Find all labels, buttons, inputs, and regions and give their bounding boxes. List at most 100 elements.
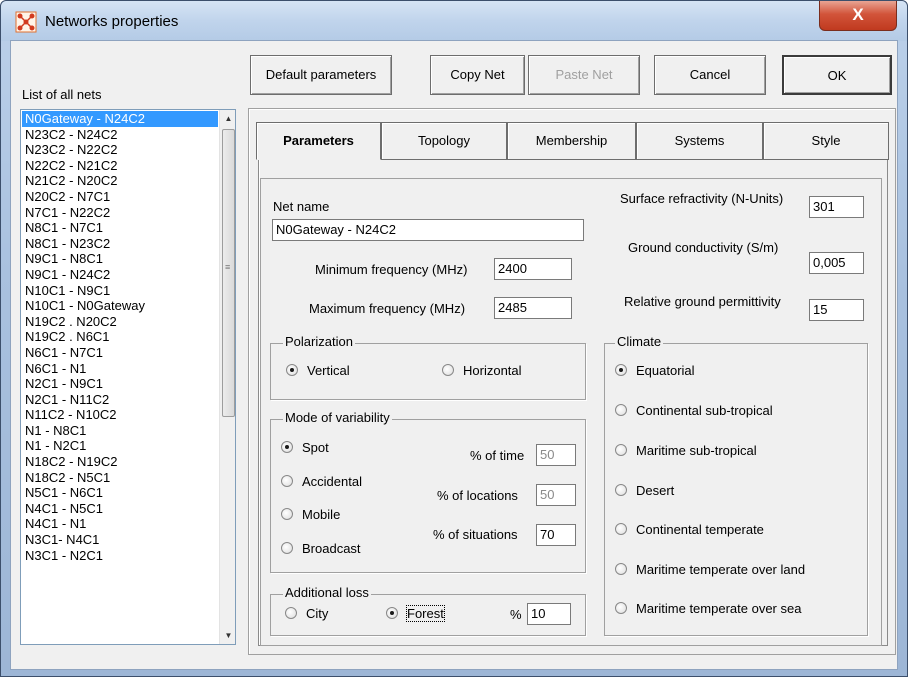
- grip-icon: ≡: [225, 262, 231, 272]
- list-item[interactable]: N8C1 - N7C1: [22, 220, 218, 236]
- list-item[interactable]: N6C1 - N1: [22, 361, 218, 377]
- min-frequency-field[interactable]: 2400: [494, 258, 572, 280]
- scroll-down-arrow-icon[interactable]: ▼: [220, 627, 235, 644]
- scroll-thumb[interactable]: ≡: [222, 129, 235, 417]
- surface-refractivity-label: Surface refractivity (N-Units): [620, 191, 784, 206]
- ground-permittivity-field[interactable]: 15: [809, 299, 864, 321]
- list-item[interactable]: N4C1 - N5C1: [22, 501, 218, 517]
- tab-topology[interactable]: Topology: [381, 122, 507, 160]
- radio-spot[interactable]: Spot: [281, 440, 329, 455]
- ground-conductivity-field[interactable]: 0,005: [809, 252, 864, 274]
- vertical-label: Vertical: [307, 363, 350, 378]
- list-item[interactable]: N18C2 - N19C2: [22, 454, 218, 470]
- list-item[interactable]: N3C1 - N2C1: [22, 548, 218, 564]
- maritime-temperate-sea-label: Maritime temperate over sea: [636, 601, 802, 616]
- net-list-scrollbar[interactable]: ▲ ≡ ▼: [219, 110, 235, 644]
- situations-percent-field[interactable]: 70: [536, 524, 576, 546]
- list-item[interactable]: N23C2 - N24C2: [22, 127, 218, 143]
- list-item[interactable]: N2C1 - N11C2: [22, 392, 218, 408]
- list-item[interactable]: N5C1 - N6C1: [22, 485, 218, 501]
- list-item[interactable]: N22C2 - N21C2: [22, 158, 218, 174]
- network-app-icon: [15, 11, 37, 33]
- list-item[interactable]: N11C2 - N10C2: [22, 407, 218, 423]
- radio-maritime-temperate-land[interactable]: Maritime temperate over land: [615, 562, 805, 577]
- list-item[interactable]: N7C1 - N22C2: [22, 205, 218, 221]
- list-item[interactable]: N2C1 - N9C1: [22, 376, 218, 392]
- spot-label: Spot: [302, 440, 329, 455]
- list-item[interactable]: N1 - N8C1: [22, 423, 218, 439]
- radio-continental-temperate[interactable]: Continental temperate: [615, 522, 764, 537]
- time-percent-label: % of time: [470, 448, 525, 463]
- ground-permittivity-label: Relative ground permittivity: [624, 294, 781, 309]
- city-label: City: [306, 606, 329, 621]
- radio-maritime-temperate-sea[interactable]: Maritime temperate over sea: [615, 601, 801, 616]
- additional-loss-legend: Additional loss: [283, 585, 371, 600]
- loss-percent-label: %: [510, 607, 522, 622]
- net-name-label: Net name: [273, 199, 330, 214]
- tab-systems[interactable]: Systems: [636, 122, 763, 160]
- horizontal-label: Horizontal: [463, 363, 522, 378]
- net-list-label: List of all nets: [22, 87, 102, 102]
- list-item[interactable]: N18C2 - N5C1: [22, 470, 218, 486]
- scroll-up-arrow-icon[interactable]: ▲: [220, 110, 235, 127]
- radio-maritime-subtropical[interactable]: Maritime sub-tropical: [615, 443, 757, 458]
- list-item[interactable]: N19C2 . N6C1: [22, 329, 218, 345]
- forest-label: Forest: [406, 605, 445, 622]
- radio-unselected-icon: [281, 475, 293, 487]
- ok-button[interactable]: OK: [782, 55, 892, 95]
- radio-selected-icon: [615, 364, 627, 376]
- radio-desert[interactable]: Desert: [615, 483, 674, 498]
- accidental-label: Accidental: [302, 474, 362, 489]
- time-percent-field[interactable]: 50: [536, 444, 576, 466]
- radio-forest[interactable]: Forest: [386, 605, 445, 622]
- radio-unselected-icon: [615, 484, 627, 496]
- paste-net-button[interactable]: Paste Net: [528, 55, 640, 95]
- list-item[interactable]: N6C1 - N7C1: [22, 345, 218, 361]
- radio-vertical[interactable]: Vertical: [286, 363, 350, 378]
- radio-unselected-icon: [442, 364, 454, 376]
- tab-membership[interactable]: Membership: [507, 122, 636, 160]
- radio-unselected-icon: [615, 404, 627, 416]
- list-item[interactable]: N1 - N2C1: [22, 438, 218, 454]
- list-item[interactable]: N0Gateway - N24C2: [22, 111, 218, 127]
- locations-percent-field[interactable]: 50: [536, 484, 576, 506]
- list-item[interactable]: N9C1 - N24C2: [22, 267, 218, 283]
- radio-broadcast[interactable]: Broadcast: [281, 541, 361, 556]
- max-frequency-field[interactable]: 2485: [494, 297, 572, 319]
- title-bar[interactable]: Networks properties X: [1, 1, 907, 41]
- radio-unselected-icon: [281, 542, 293, 554]
- list-item[interactable]: N3C1- N4C1: [22, 532, 218, 548]
- radio-unselected-icon: [615, 444, 627, 456]
- surface-refractivity-field[interactable]: 301: [809, 196, 864, 218]
- radio-unselected-icon: [615, 563, 627, 575]
- default-parameters-button[interactable]: Default parameters: [250, 55, 392, 95]
- desert-label: Desert: [636, 483, 675, 498]
- list-item[interactable]: N4C1 - N1: [22, 516, 218, 532]
- radio-accidental[interactable]: Accidental: [281, 474, 362, 489]
- radio-equatorial[interactable]: Equatorial: [615, 363, 695, 378]
- list-item[interactable]: N23C2 - N22C2: [22, 142, 218, 158]
- list-item[interactable]: N21C2 - N20C2: [22, 173, 218, 189]
- radio-continental-subtropical[interactable]: Continental sub-tropical: [615, 403, 773, 418]
- tab-style[interactable]: Style: [763, 122, 889, 160]
- cancel-button[interactable]: Cancel: [654, 55, 766, 95]
- tab-parameters[interactable]: Parameters: [256, 122, 381, 160]
- equatorial-label: Equatorial: [636, 363, 695, 378]
- net-name-field[interactable]: N0Gateway - N24C2: [272, 219, 584, 241]
- list-item[interactable]: N9C1 - N8C1: [22, 251, 218, 267]
- loss-percent-field[interactable]: 10: [527, 603, 571, 625]
- radio-horizontal[interactable]: Horizontal: [442, 363, 522, 378]
- list-item[interactable]: N20C2 - N7C1: [22, 189, 218, 205]
- radio-mobile[interactable]: Mobile: [281, 507, 340, 522]
- radio-selected-icon: [286, 364, 298, 376]
- list-item[interactable]: N10C1 - N0Gateway: [22, 298, 218, 314]
- list-item[interactable]: N19C2 . N20C2: [22, 314, 218, 330]
- list-item[interactable]: N8C1 - N23C2: [22, 236, 218, 252]
- copy-net-button[interactable]: Copy Net: [430, 55, 525, 95]
- max-frequency-label: Maximum frequency (MHz): [309, 301, 466, 316]
- net-list[interactable]: N0Gateway - N24C2 N23C2 - N24C2 N23C2 - N2…: [20, 109, 236, 645]
- close-button[interactable]: X: [819, 1, 897, 31]
- radio-unselected-icon: [615, 602, 627, 614]
- radio-city[interactable]: City: [285, 606, 328, 621]
- list-item[interactable]: N10C1 - N9C1: [22, 283, 218, 299]
